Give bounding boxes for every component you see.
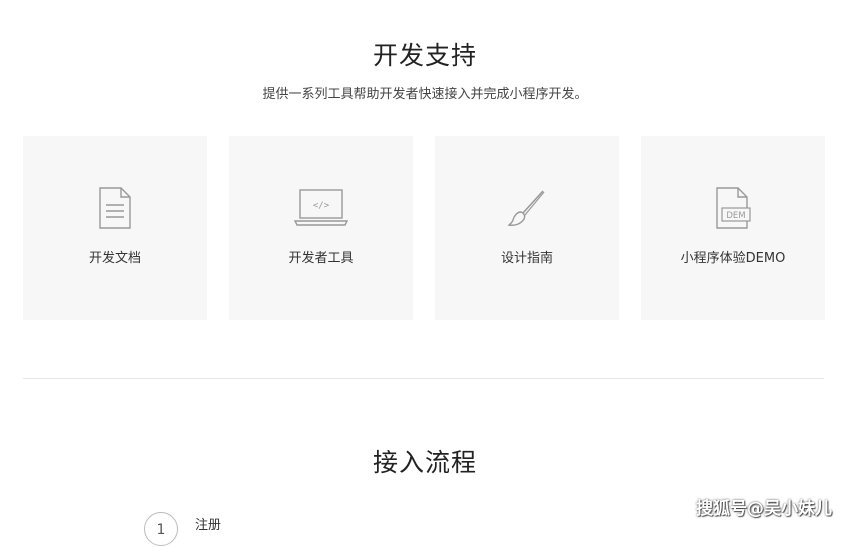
demo-glyph: DEM — [726, 211, 745, 221]
laptop-code-icon: </> — [229, 186, 413, 230]
support-card-list: 开发文档 </> 开发者工具 设计指南 DEM 小程序体验DEMO — [23, 136, 825, 320]
card-label: 小程序体验DEMO — [680, 251, 786, 266]
step-number-badge: 1 — [144, 512, 178, 546]
support-subtitle: 提供一系列工具帮助开发者快速接入并完成小程序开发。 — [262, 87, 588, 102]
card-label: 设计指南 — [500, 251, 553, 266]
demo-file-icon: DEM — [641, 186, 825, 230]
watermark-text: 搜狐号@吴小妹儿 — [696, 499, 832, 519]
card-miniapp-demo[interactable]: DEM 小程序体验DEMO — [641, 136, 825, 320]
document-icon — [23, 186, 207, 230]
page-title-process: 接入流程 — [372, 448, 477, 477]
card-label: 开发文档 — [88, 251, 141, 266]
card-dev-docs[interactable]: 开发文档 — [23, 136, 207, 320]
card-label: 开发者工具 — [288, 251, 354, 266]
page-title-support: 开发支持 — [372, 41, 477, 70]
code-glyph: </> — [313, 201, 330, 211]
card-dev-tools[interactable]: </> 开发者工具 — [229, 136, 413, 320]
section-divider — [23, 378, 824, 379]
card-design-guide[interactable]: 设计指南 — [435, 136, 619, 320]
step-label: 注册 — [195, 518, 222, 533]
paintbrush-icon — [435, 186, 619, 230]
